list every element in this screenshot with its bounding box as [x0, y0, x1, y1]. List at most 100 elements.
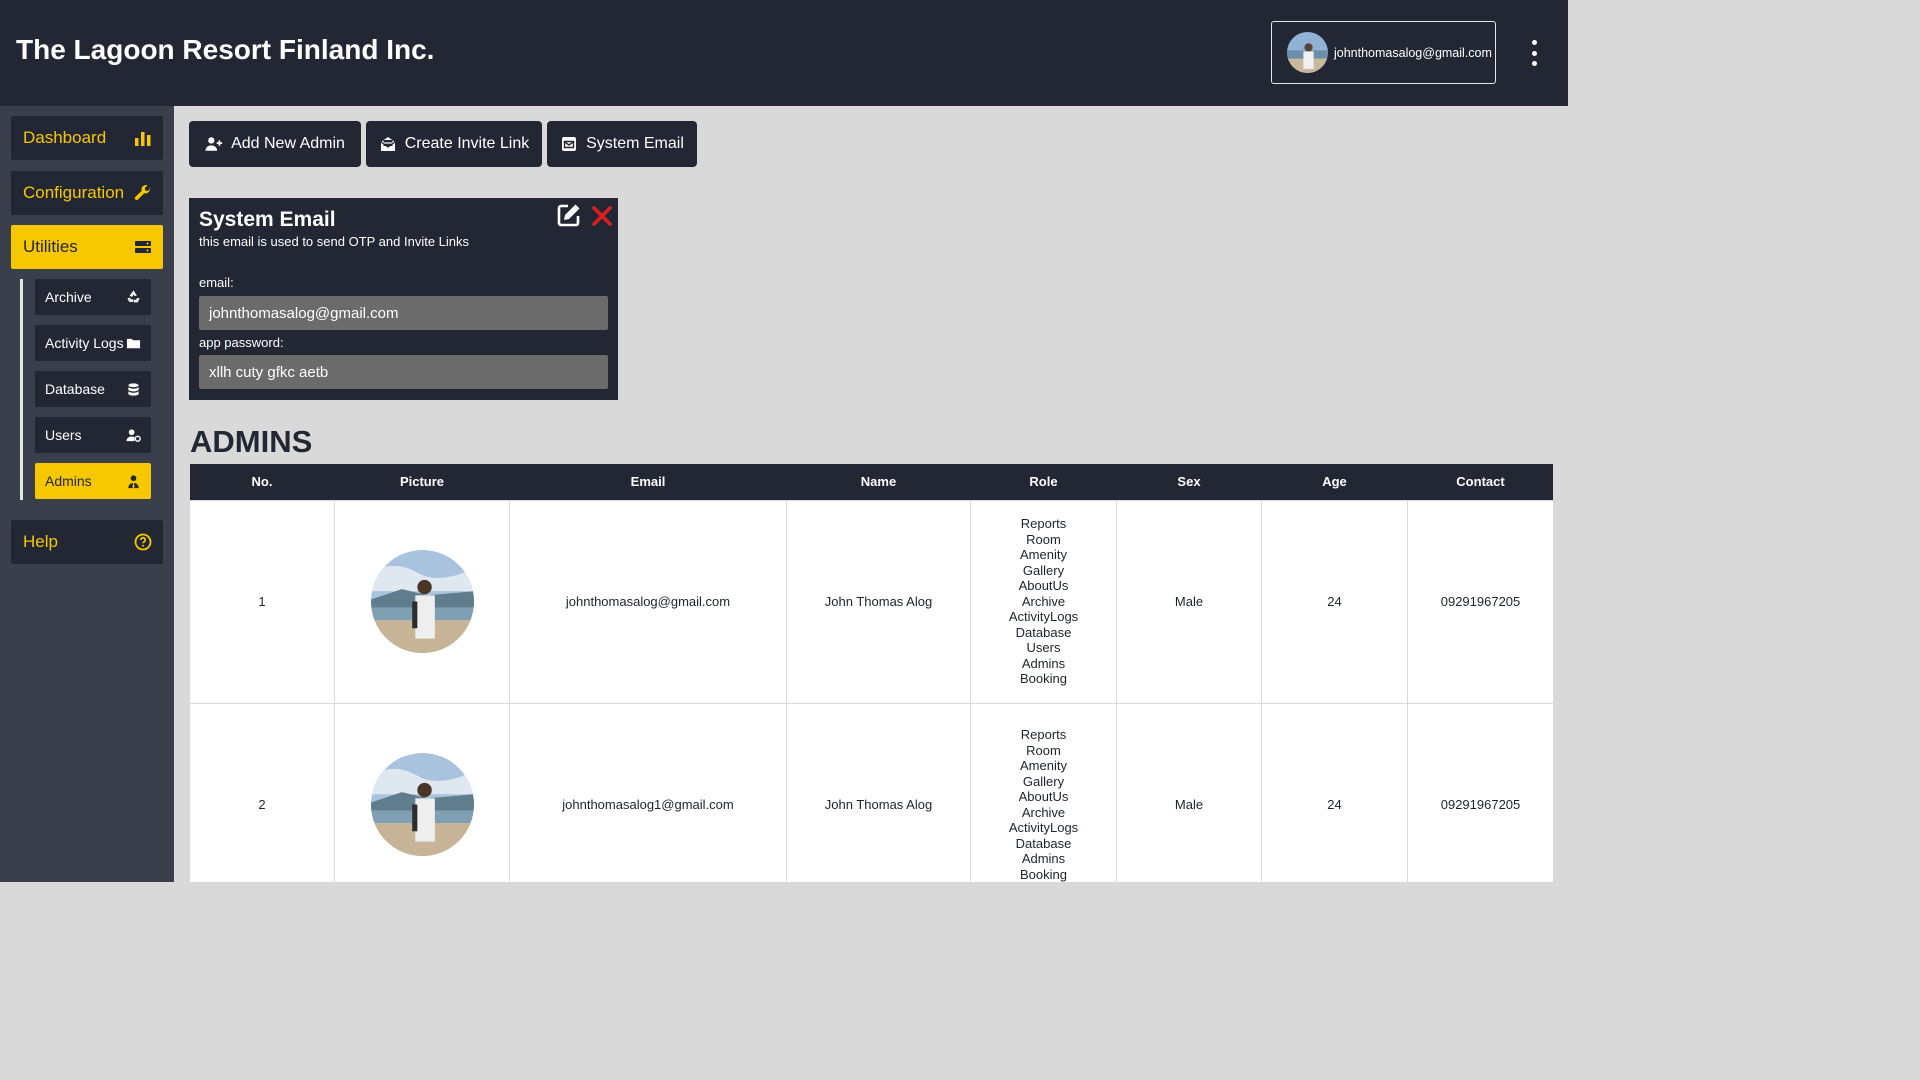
cell-name: John Thomas Alog: [786, 702, 971, 882]
table-row[interactable]: 1 johnthomasalog@gmail.com John Thomas A…: [189, 499, 1553, 704]
role-item: ActivityLogs: [1008, 609, 1079, 625]
add-new-admin-button[interactable]: Add New Admin: [189, 121, 361, 167]
admins-title: ADMINS: [190, 424, 313, 459]
account-avatar: [1287, 32, 1328, 73]
sidebar-item-configuration[interactable]: Configuration: [11, 171, 163, 215]
role-item: AboutUs: [1018, 789, 1069, 804]
cell-contact: 09291967205: [1407, 702, 1553, 882]
cell-email: johnthomasalog1@gmail.com: [509, 702, 787, 882]
sidebar-item-label: Database: [45, 381, 105, 397]
sidebar-item-label: Admins: [45, 473, 92, 489]
column-header-no: No.: [189, 464, 335, 500]
role-item: Reports: [1020, 516, 1067, 532]
role-list: Reports Room Amenity Gallery AboutUs Arc…: [971, 727, 1116, 882]
sidebar-item-database[interactable]: Database: [35, 371, 151, 407]
top-header: The Lagoon Resort Finland Inc. johnthoma…: [0, 0, 1568, 106]
create-invite-link-label: Create Invite Link: [404, 135, 530, 152]
role-item: Database: [1015, 624, 1072, 640]
column-header-contact: Contact: [1407, 464, 1553, 500]
admins-table: No. Picture Email Name Role Sex Age Cont…: [189, 464, 1553, 882]
role-item: AboutUs: [1018, 578, 1069, 594]
cell-no: 2: [189, 702, 335, 882]
database-icon: [128, 382, 139, 396]
table-row[interactable]: 2 johnthomasalog1@gmail.com John Thomas …: [189, 702, 1553, 882]
column-header-picture: Picture: [334, 464, 510, 500]
cell-age: 24: [1261, 702, 1408, 882]
sidebar-item-utilities[interactable]: Utilities: [11, 225, 163, 269]
column-header-sex: Sex: [1116, 464, 1262, 500]
envelope-open-icon: [380, 137, 396, 151]
role-item: Admins: [1021, 655, 1066, 671]
cell-picture: [334, 702, 510, 882]
role-item: Gallery: [1022, 562, 1065, 578]
system-email-field[interactable]: [199, 296, 608, 330]
email-label: email:: [199, 275, 234, 290]
sidebar-item-label: Utilities: [23, 237, 78, 256]
edit-icon[interactable]: [556, 202, 582, 228]
user-gear-icon: [126, 428, 141, 442]
bar-chart-icon: [135, 132, 151, 146]
column-header-name: Name: [786, 464, 971, 500]
account-email: johnthomasalog@gmail.com: [1334, 45, 1492, 60]
more-menu-icon[interactable]: [1526, 40, 1542, 66]
cell-email: johnthomasalog@gmail.com: [509, 499, 787, 704]
role-item: Database: [1015, 835, 1072, 851]
sidebar-item-label: Configuration: [23, 183, 125, 202]
role-item: Archive: [1021, 804, 1066, 820]
role-item: Room: [1026, 531, 1061, 547]
recycle-icon: [127, 289, 140, 302]
role-list: Reports Room Amenity Gallery AboutUs Arc…: [971, 516, 1116, 687]
admin-avatar: [370, 753, 474, 856]
cell-role: Reports Room Amenity Gallery AboutUs Arc…: [970, 499, 1117, 704]
role-item: Amenity: [1020, 758, 1067, 773]
sidebar-item-activity-logs[interactable]: Activity Logs: [35, 325, 151, 361]
panel-subtitle: this email is used to send OTP and Invit…: [199, 234, 470, 249]
cell-name: John Thomas Alog: [786, 499, 971, 704]
envelope-square-icon: [562, 137, 577, 151]
sidebar-item-admins[interactable]: Admins: [35, 463, 151, 499]
sidebar-item-help[interactable]: Help: [11, 520, 163, 564]
close-icon[interactable]: [591, 205, 613, 227]
system-email-button[interactable]: System Email: [547, 121, 697, 167]
submenu-divider: [20, 279, 23, 500]
column-header-email: Email: [509, 464, 787, 500]
role-item: Reports: [1020, 727, 1067, 742]
column-header-role: Role: [970, 464, 1117, 500]
role-item: Amenity: [1020, 547, 1067, 563]
sidebar-item-dashboard[interactable]: Dashboard: [11, 116, 163, 160]
sidebar-item-archive[interactable]: Archive: [35, 279, 151, 315]
sidebar-item-label: Help: [23, 532, 58, 551]
role-item: Gallery: [1022, 773, 1065, 789]
system-email-panel: System Email this email is used to send …: [189, 198, 618, 400]
sidebar: Dashboard Configuration Utilities Archiv…: [0, 106, 174, 882]
sidebar-item-label: Activity Logs: [45, 335, 124, 351]
role-item: Booking: [1020, 866, 1067, 882]
add-new-admin-label: Add New Admin: [231, 135, 345, 152]
admin-avatar: [370, 550, 474, 653]
sidebar-item-label: Users: [45, 427, 82, 443]
role-item: Users: [1026, 640, 1061, 656]
cell-role: Reports Room Amenity Gallery AboutUs Arc…: [970, 702, 1117, 882]
table-header-row: No. Picture Email Name Role Sex Age Cont…: [189, 464, 1553, 500]
create-invite-link-button[interactable]: Create Invite Link: [366, 121, 542, 167]
sidebar-item-label: Archive: [45, 289, 92, 305]
question-circle-icon: [134, 533, 152, 551]
brand-title: The Lagoon Resort Finland Inc.: [16, 34, 435, 65]
cell-age: 24: [1261, 499, 1408, 704]
cell-contact: 09291967205: [1407, 499, 1553, 704]
cell-no: 1: [189, 499, 335, 704]
panel-title: System Email: [199, 208, 336, 231]
folder-icon: [126, 338, 141, 348]
account-chip[interactable]: johnthomasalog@gmail.com: [1271, 21, 1496, 84]
user-tie-icon: [128, 474, 139, 488]
cell-sex: Male: [1116, 499, 1262, 704]
role-item: Room: [1026, 742, 1061, 758]
system-email-label: System Email: [586, 135, 684, 152]
sidebar-item-users[interactable]: Users: [35, 417, 151, 453]
server-icon: [135, 241, 151, 253]
app-password-field[interactable]: [199, 355, 608, 389]
column-header-age: Age: [1261, 464, 1408, 500]
role-item: Booking: [1020, 671, 1067, 687]
app-password-label: app password:: [199, 335, 284, 350]
cell-picture: [334, 499, 510, 704]
